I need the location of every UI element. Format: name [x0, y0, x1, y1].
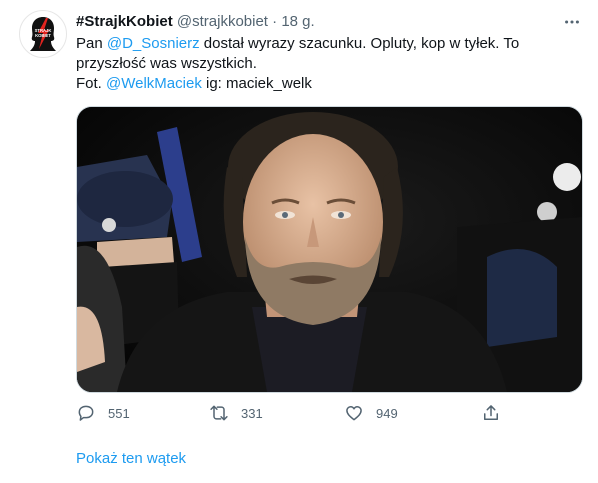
avatar-text-2: KOBIET	[35, 33, 51, 38]
like-icon	[346, 406, 362, 421]
separator-dot: ·	[272, 13, 278, 30]
tweet-actions: 551 331 949	[76, 399, 581, 427]
text-fragment: Fot.	[76, 75, 107, 92]
photo-illustration	[77, 107, 582, 392]
more-icon	[565, 20, 579, 24]
text-fragment: ig: maciek_welk	[201, 75, 312, 92]
retweet-button[interactable]: 331	[209, 399, 263, 427]
timestamp[interactable]: 18 g.	[281, 13, 314, 30]
tweet-text-line-2: przyszłość was wszystkich.	[76, 55, 257, 72]
tweet: STRAJK KOBIET #StrajkKobiet @strajkkobie…	[0, 0, 598, 483]
retweet-count: 331	[241, 405, 263, 421]
reply-icon	[78, 405, 94, 421]
tweet-photo[interactable]	[76, 106, 583, 393]
like-button[interactable]: 949	[344, 399, 398, 427]
mention-welkmaciek[interactable]: @WelkMaciek	[106, 75, 202, 92]
text-fragment: Pan	[76, 35, 107, 52]
tweet-text: Pan @D_Sosnierz dostał wyrazy szacunku. …	[76, 34, 576, 94]
show-thread-link[interactable]: Pokaż ten wątek	[76, 450, 186, 467]
tweet-text-line-3: Fot. @WelkMaciek ig: maciek_welk	[76, 74, 576, 94]
tweet-header: #StrajkKobiet @strajkkobiet · 18 g.	[76, 12, 315, 32]
avatar[interactable]: STRAJK KOBIET	[19, 10, 67, 58]
mention-d-sosnierz[interactable]: @D_Sosnierz	[107, 35, 200, 52]
tweet-text-line-1: Pan @D_Sosnierz dostał wyrazy szacunku. …	[76, 34, 576, 54]
reply-button[interactable]: 551	[76, 399, 130, 427]
handle[interactable]: @strajkkobiet	[177, 13, 268, 30]
strajk-kobiet-logo: STRAJK KOBIET	[30, 17, 56, 51]
text-fragment: dostał wyrazy szacunku. Opluty, kop w ty…	[199, 35, 520, 52]
more-options-button[interactable]	[558, 11, 586, 33]
share-button[interactable]	[481, 399, 501, 427]
retweet-icon	[210, 405, 228, 421]
reply-count: 551	[108, 405, 130, 421]
display-name[interactable]: #StrajkKobiet	[76, 13, 173, 30]
share-icon	[484, 405, 498, 420]
like-count: 949	[376, 405, 398, 421]
